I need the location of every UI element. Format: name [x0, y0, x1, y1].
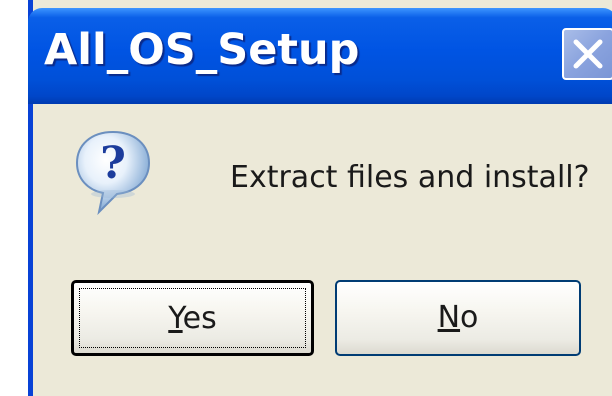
svg-text:?: ?: [100, 138, 126, 189]
title-bar[interactable]: All_OS_Setup: [28, 8, 612, 104]
yes-button[interactable]: Yes: [71, 280, 314, 356]
no-button-label: No: [437, 300, 479, 335]
close-button[interactable]: [562, 28, 612, 80]
close-icon: [573, 39, 603, 69]
yes-button-label: Yes: [168, 301, 217, 336]
setup-dialog: All_OS_Setup ? Extract files and install…: [28, 0, 612, 396]
question-icon: ?: [75, 130, 151, 216]
no-button[interactable]: No: [335, 280, 581, 356]
dialog-message: Extract files and install?: [230, 160, 590, 195]
dialog-title: All_OS_Setup: [44, 25, 360, 75]
